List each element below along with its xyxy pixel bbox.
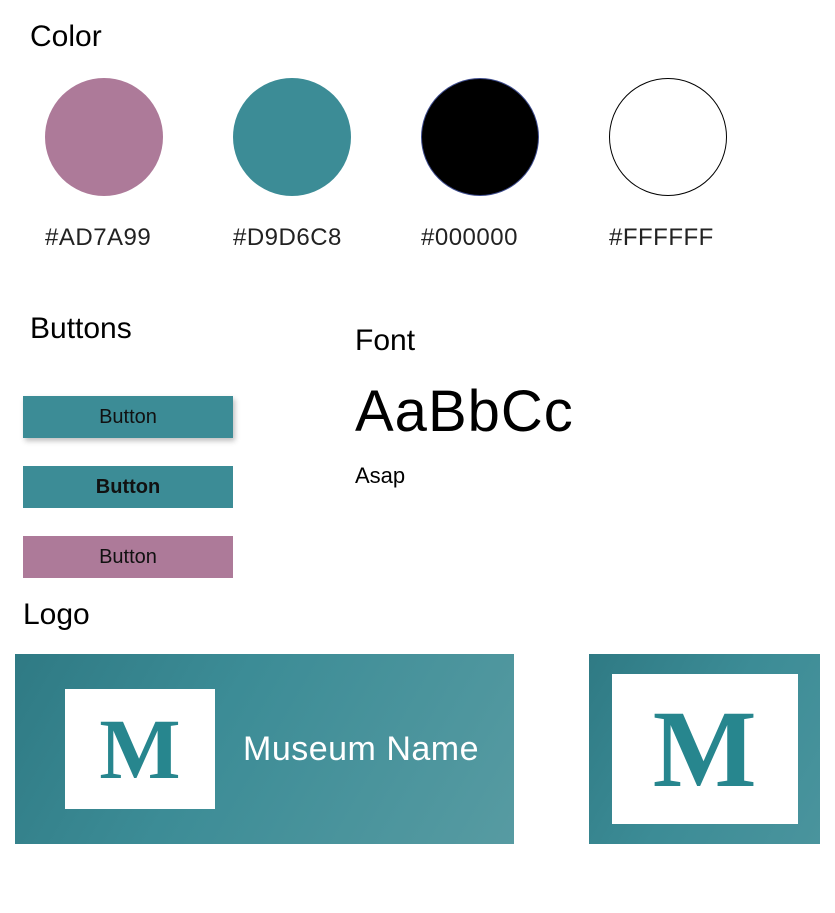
swatch-label: #AD7A99 bbox=[45, 224, 151, 252]
buttons-section: Buttons Button Button Button bbox=[15, 312, 355, 578]
color-circle-teal bbox=[233, 78, 351, 196]
swatch-3: #000000 bbox=[421, 78, 539, 252]
logo-square: M bbox=[589, 654, 820, 844]
logo-wide: M Museum Name bbox=[15, 654, 514, 844]
button-alt[interactable]: Button bbox=[23, 536, 233, 578]
swatch-label: #000000 bbox=[421, 224, 518, 252]
color-heading: Color bbox=[30, 20, 820, 54]
logo-mark-box: M bbox=[65, 689, 215, 809]
color-circle-mauve bbox=[45, 78, 163, 196]
swatch-label: #D9D6C8 bbox=[233, 224, 342, 252]
swatch-label: #FFFFFF bbox=[609, 224, 714, 252]
font-sample: AaBbCc bbox=[355, 378, 574, 445]
mid-row: Buttons Button Button Button Font AaBbCc… bbox=[15, 312, 820, 578]
color-section: Color #AD7A99 #D9D6C8 #000000 #FFFFFF bbox=[15, 20, 820, 252]
buttons-stack: Button Button Button bbox=[23, 396, 355, 578]
color-circle-white bbox=[609, 78, 727, 196]
logo-mark-box-large: M bbox=[612, 674, 798, 824]
swatch-1: #AD7A99 bbox=[45, 78, 163, 252]
swatch-row: #AD7A99 #D9D6C8 #000000 #FFFFFF bbox=[45, 78, 820, 252]
logo-mark-letter-large: M bbox=[653, 694, 757, 804]
buttons-heading: Buttons bbox=[30, 312, 355, 346]
font-name: Asap bbox=[355, 463, 574, 489]
logo-row: M Museum Name M bbox=[15, 654, 820, 844]
color-circle-black bbox=[421, 78, 539, 196]
logo-mark-letter: M bbox=[99, 706, 180, 792]
font-section: Font AaBbCc Asap bbox=[355, 324, 574, 489]
logo-heading: Logo bbox=[23, 598, 820, 632]
swatch-2: #D9D6C8 bbox=[233, 78, 351, 252]
button-normal[interactable]: Button bbox=[23, 396, 233, 438]
swatch-4: #FFFFFF bbox=[609, 78, 727, 252]
font-heading: Font bbox=[355, 324, 574, 358]
logo-wordmark: Museum Name bbox=[243, 730, 479, 769]
button-active[interactable]: Button bbox=[23, 466, 233, 508]
